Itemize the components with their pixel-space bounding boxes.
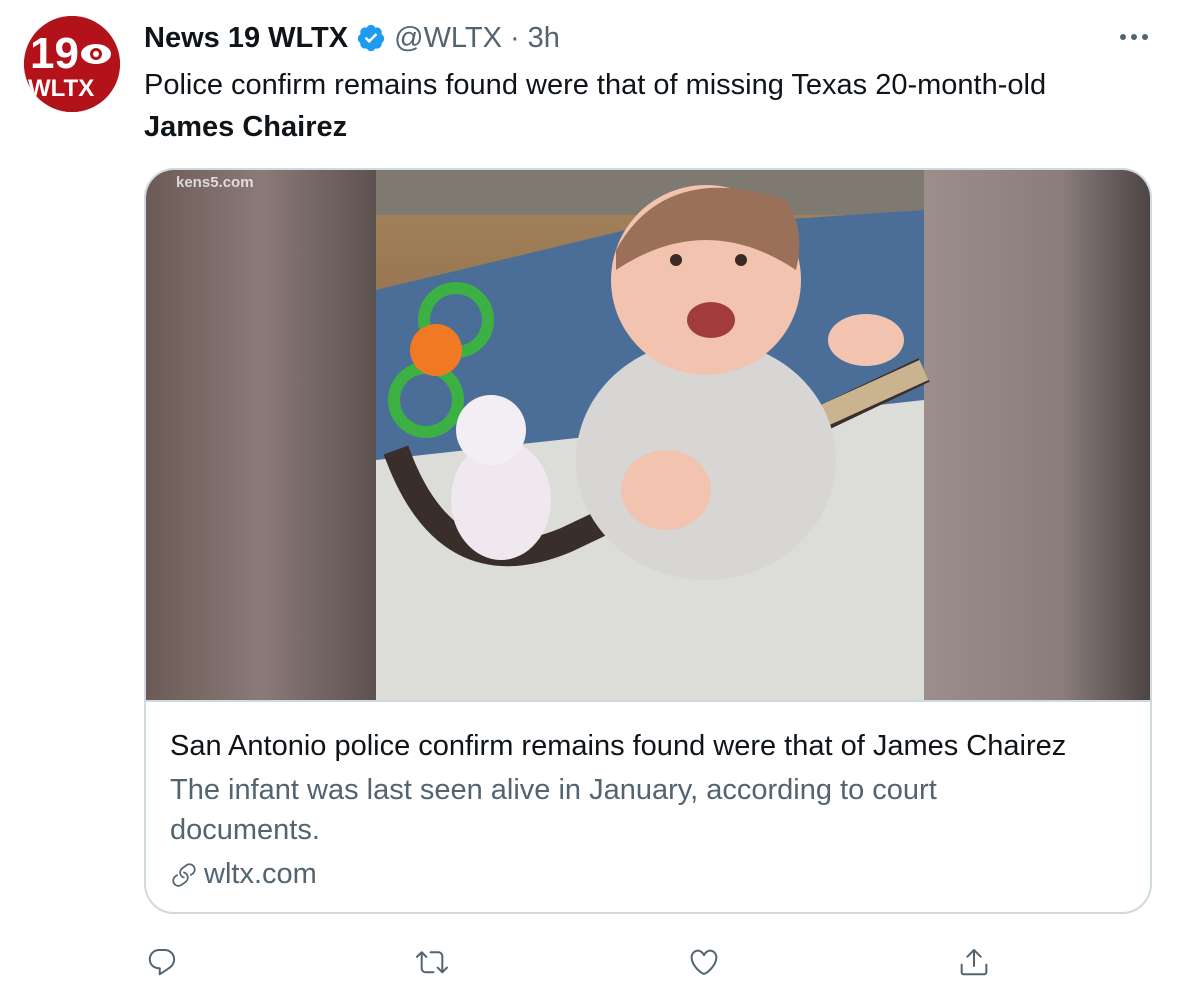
card-domain-text: wltx.com <box>204 858 317 890</box>
image-watermark: kens5.com <box>176 174 254 191</box>
more-horizontal-icon[interactable] <box>1116 22 1152 52</box>
share-icon[interactable] <box>952 940 996 984</box>
separator-dot: · <box>509 21 520 54</box>
tweet-actions <box>0 940 1182 984</box>
timestamp[interactable]: 3h <box>528 22 560 55</box>
card-title: San Antonio police confirm remains found… <box>170 730 1067 762</box>
card-image[interactable]: kens5.com <box>146 170 1150 700</box>
retweet-icon[interactable] <box>410 940 454 984</box>
avatar[interactable]: 19 WLTX <box>24 16 120 112</box>
handle[interactable]: @WLTX <box>394 22 502 55</box>
svg-text:19: 19 <box>30 29 79 78</box>
svg-text:WLTX: WLTX <box>28 75 94 102</box>
tweet-text-line: Police confirm remains found were that o… <box>144 69 1047 101</box>
wltx-logo-icon: 19 WLTX <box>24 16 120 112</box>
card-description: The infant was last seen alive in Januar… <box>170 774 937 846</box>
display-name[interactable]: News 19 WLTX <box>144 22 348 55</box>
card-domain: wltx.com <box>170 854 1130 894</box>
link-icon <box>170 860 198 888</box>
tweet-header: News 19 WLTX @WLTX · 3h <box>144 18 560 58</box>
reply-icon[interactable] <box>140 940 184 984</box>
link-card[interactable]: kens5.com San Antonio police confirm rem… <box>144 168 1152 914</box>
tweet-text: Police confirm remains found were that o… <box>144 64 1154 148</box>
card-body[interactable]: San Antonio police confirm remains found… <box>146 700 1150 912</box>
verified-badge-icon <box>356 23 386 53</box>
tweet-text-bold: James Chairez <box>144 111 348 143</box>
heart-icon[interactable] <box>682 940 726 984</box>
